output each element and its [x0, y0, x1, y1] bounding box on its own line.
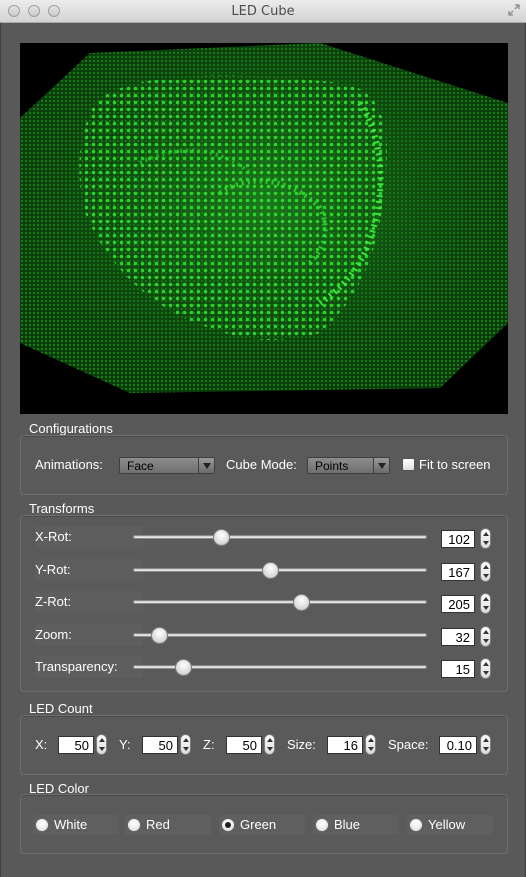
- z-rot-slider[interactable]: [133, 600, 427, 604]
- cube-viewport[interactable]: [20, 43, 508, 414]
- x-rot-slider[interactable]: [133, 535, 427, 539]
- configurations-group: Animations: Face Cube Mode: Points Fit t…: [20, 435, 508, 495]
- window-title: LED Cube: [231, 4, 295, 19]
- x-rot-value-input[interactable]: 102: [441, 530, 475, 548]
- z-rot-value-input[interactable]: 205: [441, 595, 475, 613]
- radio-green[interactable]: [221, 818, 235, 832]
- zoom-slider-knob[interactable]: [151, 627, 169, 644]
- cube-mode-combo[interactable]: Points: [307, 457, 390, 474]
- cube-mode-value: Points: [315, 459, 349, 473]
- transparency-value-input[interactable]: 15: [441, 660, 475, 678]
- color-option-yellow[interactable]: Yellow: [407, 815, 493, 835]
- x-rot-slider-knob[interactable]: [213, 529, 231, 546]
- y-rot-value-input[interactable]: 167: [441, 563, 475, 581]
- led-size-label: Size:: [287, 737, 316, 752]
- led-space-input[interactable]: 0.10: [439, 736, 477, 754]
- radio-white[interactable]: [35, 818, 49, 832]
- count-z-input[interactable]: 50: [226, 736, 262, 754]
- y-rot-stepper[interactable]: [480, 561, 491, 582]
- main-window: Configurations Animations: Face Cube Mod…: [0, 23, 526, 877]
- cube-mode-label: Cube Mode:: [226, 457, 297, 472]
- transparency-stepper[interactable]: [480, 658, 491, 679]
- transforms-title: Transforms: [29, 501, 95, 516]
- color-option-red[interactable]: Red: [125, 815, 211, 835]
- y-rot-slider-knob[interactable]: [262, 562, 279, 579]
- y-rot-slider[interactable]: [133, 568, 427, 572]
- led-cube-render: [20, 43, 508, 393]
- color-option-blue[interactable]: Blue: [313, 815, 399, 835]
- zoom-value-input[interactable]: 32: [441, 628, 475, 646]
- fit-to-screen-label: Fit to screen: [419, 457, 491, 472]
- count-y-label: Y:: [119, 737, 131, 752]
- title-bar: LED Cube: [0, 0, 526, 23]
- zoom-stepper[interactable]: [480, 626, 491, 647]
- transforms-group: X-Rot: 102 Y-Rot: 167 Z-Rot: 205 Zoom: 32 Transp…: [20, 515, 508, 692]
- x-rot-label: X-Rot:: [35, 529, 72, 544]
- z-rot-stepper[interactable]: [480, 593, 491, 614]
- color-option-label: Red: [146, 817, 170, 832]
- z-rot-slider-knob[interactable]: [292, 594, 310, 611]
- count-x-stepper[interactable]: [96, 734, 107, 755]
- led-color-group: White Red Green Blue Yellow: [20, 794, 508, 854]
- animations-label: Animations:: [35, 457, 103, 472]
- fit-to-screen-checkbox[interactable]: [402, 458, 415, 471]
- color-option-green[interactable]: Green: [219, 815, 305, 835]
- animations-value: Face: [127, 459, 154, 473]
- dropdown-arrow-icon: [198, 458, 214, 473]
- y-rot-label: Y-Rot:: [35, 562, 71, 577]
- color-option-label: White: [54, 817, 88, 832]
- dropdown-arrow-icon: [373, 458, 389, 473]
- led-space-label: Space:: [388, 737, 429, 752]
- zoom-slider[interactable]: [133, 633, 427, 637]
- led-count-title: LED Count: [29, 701, 93, 716]
- count-y-input[interactable]: 50: [142, 736, 178, 754]
- animations-combo[interactable]: Face: [119, 457, 215, 474]
- count-y-stepper[interactable]: [180, 734, 191, 755]
- led-size-input[interactable]: 16: [327, 736, 363, 754]
- count-z-label: Z:: [203, 737, 215, 752]
- color-option-label: Green: [240, 817, 277, 832]
- zoom-label: Zoom:: [35, 627, 72, 642]
- led-size-stepper[interactable]: [365, 734, 376, 755]
- z-rot-label: Z-Rot:: [35, 594, 72, 609]
- color-option-white[interactable]: White: [33, 815, 119, 835]
- radio-yellow[interactable]: [409, 818, 423, 832]
- radio-red[interactable]: [127, 818, 141, 832]
- color-option-label: Blue: [334, 817, 361, 832]
- radio-blue[interactable]: [315, 818, 329, 832]
- color-option-label: Yellow: [428, 817, 466, 832]
- led-space-stepper[interactable]: [480, 734, 491, 755]
- transparency-slider-knob[interactable]: [174, 659, 192, 676]
- x-rot-stepper[interactable]: [480, 528, 491, 549]
- transparency-label: Transparency:: [35, 659, 118, 674]
- count-x-label: X:: [35, 737, 48, 752]
- configurations-title: Configurations: [29, 421, 113, 436]
- led-count-group: X: 50 Y: 50 Z: 50 Size: 16 Space: 0.10: [20, 715, 508, 775]
- count-z-stepper[interactable]: [264, 734, 275, 755]
- fullscreen-icon[interactable]: [508, 4, 520, 16]
- count-x-input[interactable]: 50: [58, 736, 94, 754]
